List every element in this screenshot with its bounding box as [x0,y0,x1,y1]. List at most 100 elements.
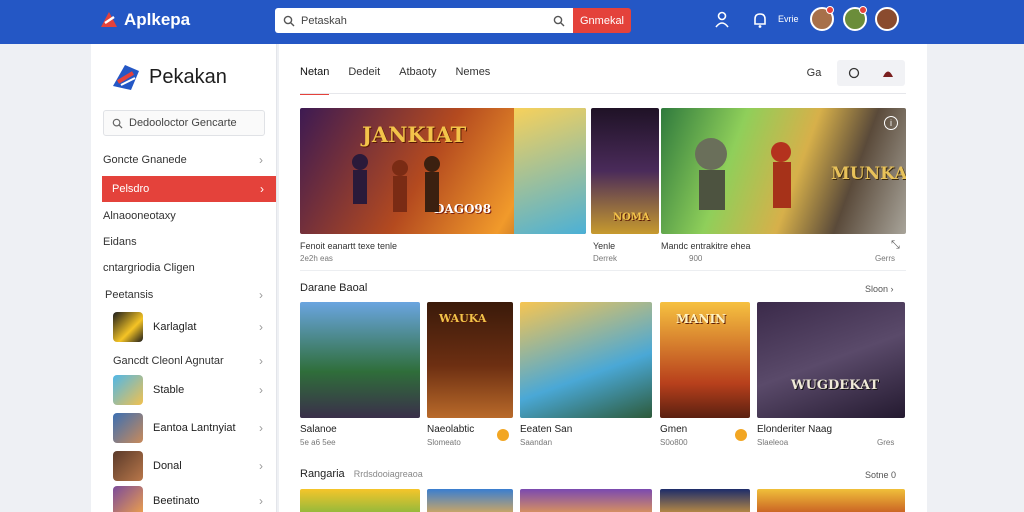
card-title[interactable]: Gmen [660,424,687,435]
sidebar-game-item[interactable]: Eantoa Lantnyiat › [103,411,275,445]
tab-divider [300,93,906,94]
search-icon [283,15,295,26]
card-title[interactable]: Salanoe [300,424,337,435]
sidebar-item-active[interactable]: Pelsdro › [102,176,276,202]
card-title[interactable]: Elonderiter Naag [757,424,832,435]
sidebar-item[interactable]: cntargriodia Cligen [103,255,275,281]
game-card-image[interactable] [520,302,652,418]
search-input[interactable]: Petaskah [301,15,547,27]
card-art-title: WUGDEKAT [791,378,880,393]
main-panel: Netan Dedeit Atbaoty Nemes Ga JANKIAT DA… [279,44,927,512]
banner-art-title: MUNKA [831,164,906,184]
tab-bar: Netan Dedeit Atbaoty Nemes [300,66,490,95]
brand-logo-icon [113,65,139,90]
user-icon[interactable] [714,11,730,29]
notification-badge [826,6,834,14]
section-title-text: Rangaria [300,468,345,480]
game-card-image[interactable]: MANIN [660,302,750,418]
sidebar-logo[interactable]: Pekakan [109,62,227,92]
card-art-title: WAUKA [439,312,487,325]
search-button[interactable]: Gnmekal [573,8,631,33]
sidebar-game-label: Eantoa Lantnyiat [153,422,236,434]
banner-sub: 2e2h eas [300,254,333,263]
card-sub: Gres [877,438,895,447]
game-card-image[interactable] [427,489,513,512]
sidebar-item-label: Alnaooneotaxy [103,210,176,222]
header-label[interactable]: Evrie [778,14,799,24]
sidebar-search-input[interactable]: Dedooloctor Gencarte [103,110,265,136]
expand-icon[interactable]: ⤡ [891,239,900,252]
section-more-link[interactable]: Sloon › [865,284,894,294]
sidebar-item-label: Gancdt Cleonl Agnutar [113,355,224,367]
more-label: Sloon [865,284,889,294]
brand-logo[interactable]: Aplkepa [98,9,190,31]
card-title[interactable]: Eeaten San [520,424,572,435]
game-card-image[interactable] [520,489,652,512]
banner-art-panel [514,108,586,234]
game-card-image[interactable] [300,302,420,418]
info-icon[interactable]: i [884,116,898,130]
sidebar-item[interactable]: Peetansis › [103,282,275,308]
card-art-title: MANIN [676,312,727,326]
chevron-right-icon: › [259,421,263,435]
sidebar-game-label: Karlaglat [153,321,197,333]
banner-art-title: NOMA [613,212,650,223]
chevron-right-icon: › [259,288,263,302]
coin-icon [497,429,509,441]
featured-banner[interactable]: JANKIAT DAGO98 [300,108,586,234]
sidebar-game-label: Beetinato [153,495,200,507]
game-card-image[interactable] [660,489,750,512]
coin-icon [735,429,747,441]
circle-icon[interactable] [848,67,860,79]
game-thumbnail [113,451,143,481]
sidebar-game-item[interactable]: Beetinato › [103,484,275,512]
sidebar-logo-text: Pekakan [149,65,227,88]
sidebar-item[interactable]: Alnaooneotaxy [103,203,275,229]
game-card-image[interactable] [300,489,420,512]
brand-logo-icon [101,12,117,27]
game-card-image[interactable]: WAUKA [427,302,513,418]
card-sub: Slaeleoa [757,438,789,447]
card-sub: Saandan [520,438,553,447]
chevron-right-icon: › [259,153,263,167]
avatar[interactable] [875,7,899,31]
banner-caption: Fenoit eanartt texe tenle [300,241,398,251]
card-sub: S0o800 [660,438,688,447]
sidebar-item-label: Eidans [103,236,137,248]
record-icon[interactable] [882,67,894,79]
game-card-image[interactable] [757,489,905,512]
hero-figure-icon [352,154,440,212]
section-more-link[interactable]: Sotne 0 [865,470,896,480]
chevron-right-icon: › [259,459,263,473]
notification-icon[interactable] [752,11,768,29]
featured-banner[interactable]: MUNKA i [661,108,906,234]
featured-banner[interactable]: NOMA [591,108,659,234]
tab-dedeit[interactable]: Dedeit [348,66,380,95]
chevron-right-icon: › [890,284,894,294]
search-bar[interactable]: Petaskah [275,8,573,33]
card-sub: Slomeato [427,438,461,447]
search-icon [112,118,123,129]
tab-atbaoty[interactable]: Atbaoty [399,66,436,95]
sidebar: Pekakan Dedooloctor Gencarte Goncte Gnan… [91,44,277,512]
game-card-image[interactable]: WUGDEKAT [757,302,905,418]
sidebar-group-label[interactable]: Gancdt Cleonl Agnutar › [103,348,275,374]
tab-netan[interactable]: Netan [300,66,330,95]
sidebar-game-item[interactable]: Donal › [103,449,275,483]
chevron-right-icon: › [259,320,263,334]
sidebar-game-item[interactable]: Karlaglat › [103,310,275,344]
sidebar-item[interactable]: Goncte Gnanede › [103,147,275,173]
search-submit-icon[interactable] [553,15,565,27]
divider [300,270,906,271]
card-title[interactable]: Naeolabtic [427,424,474,435]
tab-nemes[interactable]: Nemes [455,66,490,95]
card-sub: 5e a6 5ee [300,438,336,447]
sidebar-item[interactable]: Eidans [103,229,275,255]
sidebar-game-item[interactable]: Stable › [103,373,275,407]
hero-figure-icon [695,138,791,210]
sidebar-game-label: Stable [153,384,185,396]
section-title: Darane Baoal [300,282,368,294]
tool-group [837,60,905,86]
sidebar-search-placeholder: Dedooloctor Gencarte [129,117,237,129]
tool-button[interactable]: Ga [799,67,829,79]
